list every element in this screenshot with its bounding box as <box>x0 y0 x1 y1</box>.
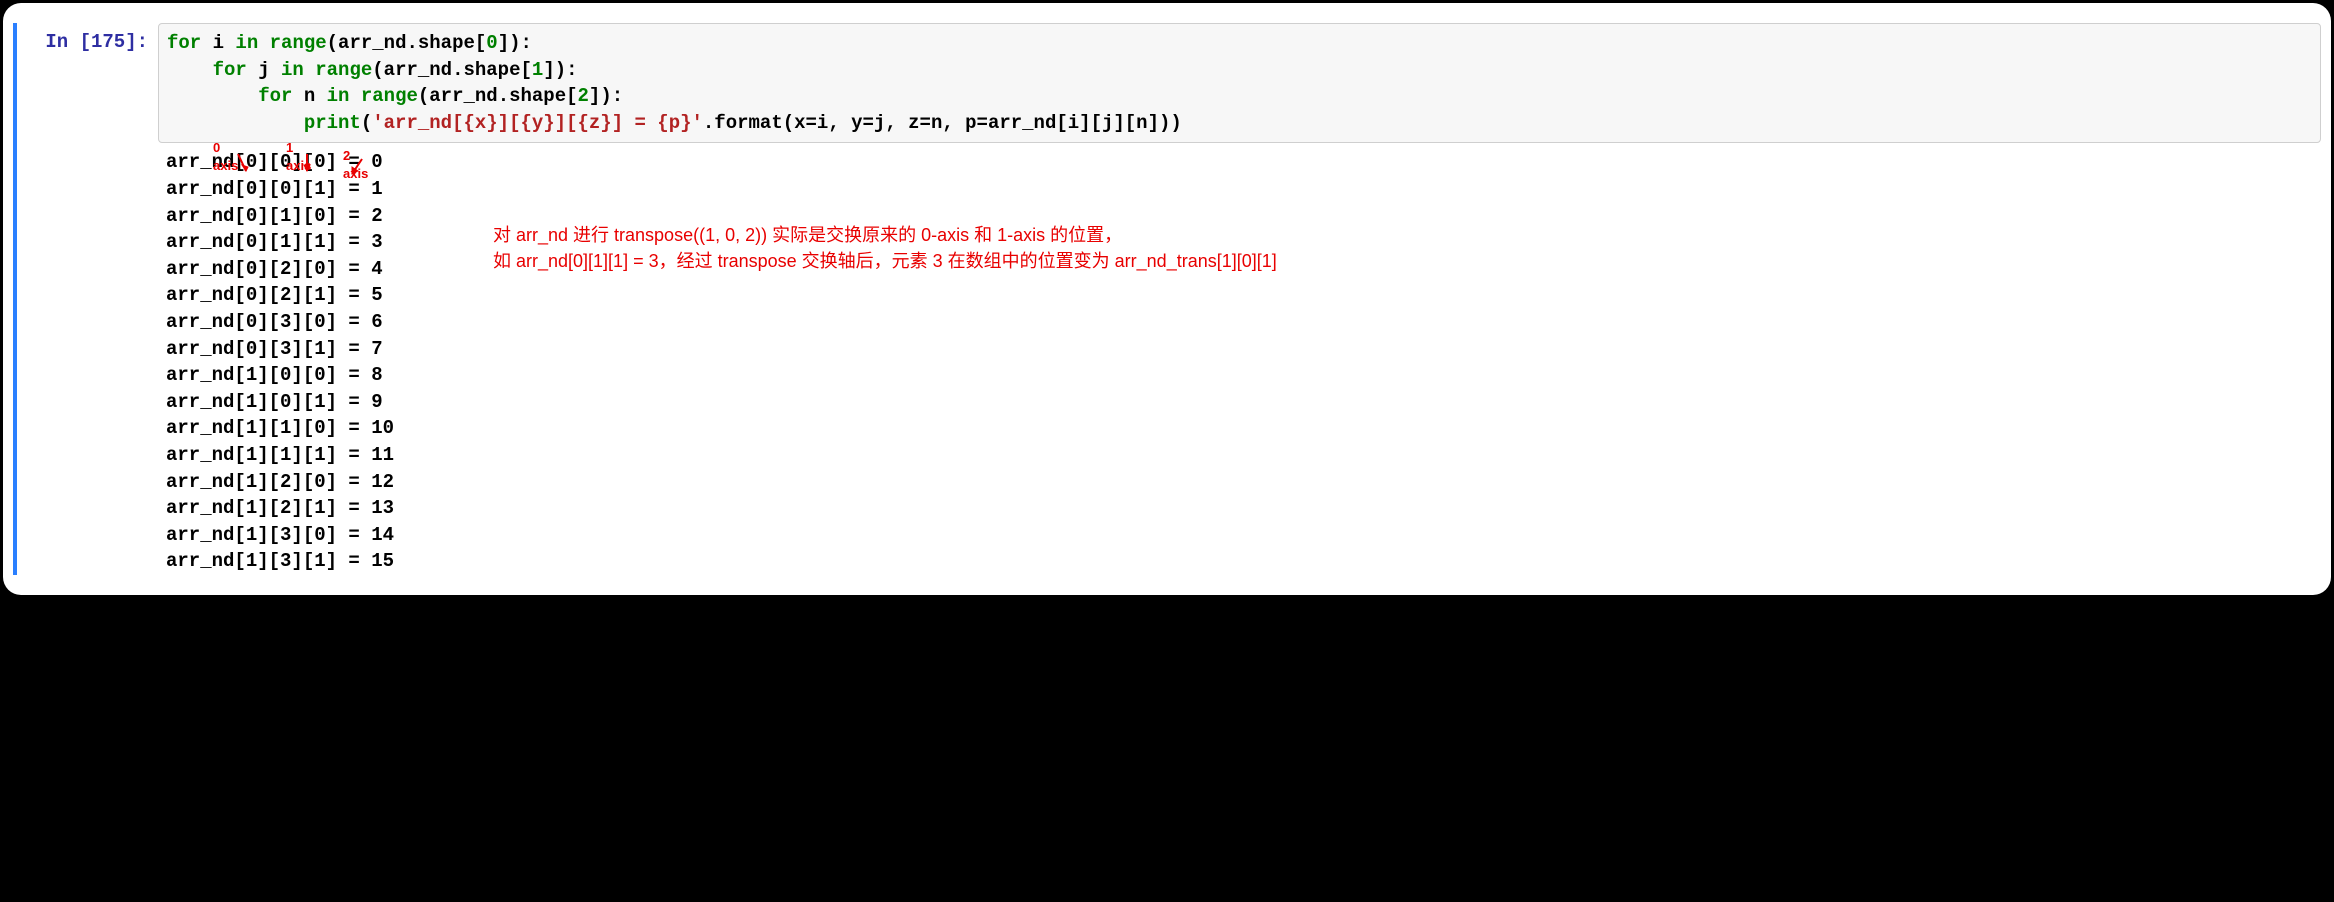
jupyter-cell: In [175]: for i in range(arr_nd.shape[0]… <box>13 23 2321 575</box>
cell-content: for i in range(arr_nd.shape[0]): for j i… <box>158 23 2321 575</box>
code-input[interactable]: for i in range(arr_nd.shape[0]): for j i… <box>158 23 2321 143</box>
code-output: arr_nd[0][0][0] = 0 arr_nd[0][0][1] = 1 … <box>158 149 2321 575</box>
input-prompt: In [175]: <box>23 23 158 575</box>
notebook-cell-wrapper: In [175]: for i in range(arr_nd.shape[0]… <box>3 3 2331 595</box>
